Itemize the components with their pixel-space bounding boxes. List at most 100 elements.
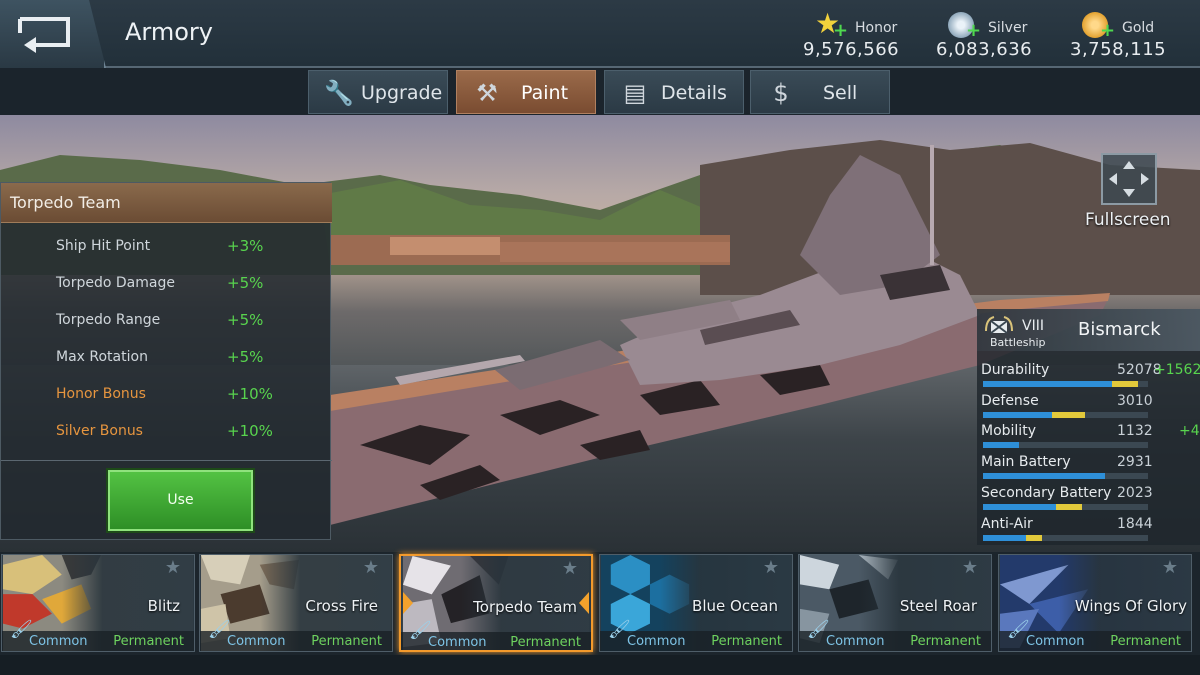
star-badge-icon: ★	[961, 557, 979, 578]
stat-bonus: +1562	[1154, 362, 1200, 378]
tab-label: Sell	[823, 82, 858, 104]
hammer-icon: ⚒	[476, 79, 498, 107]
star-badge-icon: ★	[1161, 557, 1179, 578]
ship-header: VIII Bismarck Battleship	[977, 309, 1200, 351]
stat-row-durability: Durability 52078 +1562	[977, 362, 1200, 392]
stat-value: 2023	[1117, 485, 1153, 501]
stat-bar	[983, 412, 1148, 418]
paint-name: Blue Ocean	[692, 597, 778, 615]
paint-rarity: Common	[826, 634, 885, 649]
stat-name: Anti-Air	[981, 516, 1033, 532]
stat-row-mobility: Mobility 1132 +4	[977, 423, 1200, 453]
perk-panel-header: Torpedo Team	[1, 183, 332, 223]
expand-arrows-icon	[1109, 161, 1149, 197]
add-silver-icon[interactable]: +	[966, 22, 981, 40]
paint-rarity: Common	[627, 634, 686, 649]
paint-card-wings-of-glory[interactable]: ★ Wings Of Glory 🖌 Common Permanent	[998, 554, 1192, 652]
stat-name: Secondary Battery	[981, 485, 1112, 501]
stat-value: 3010	[1117, 393, 1153, 409]
gold-value: 3,758,115	[1070, 39, 1167, 60]
perk-name: Torpedo Range	[56, 312, 161, 328]
star-badge-icon: ★	[164, 557, 182, 578]
tab-upgrade[interactable]: 🔧 Upgrade	[308, 70, 448, 114]
stat-row-secondary-battery: Secondary Battery 2023	[977, 485, 1200, 515]
gold-currency[interactable]: + Gold 3,758,115	[1070, 10, 1200, 62]
add-gold-icon[interactable]: +	[1100, 22, 1115, 40]
silver-value: 6,083,636	[936, 39, 1033, 60]
honor-label: Honor	[855, 20, 898, 36]
paint-card-blue-ocean[interactable]: ★ Blue Ocean 🖌 Common Permanent	[599, 554, 793, 652]
tab-details[interactable]: ▤ Details	[604, 70, 744, 114]
ship-stats-panel: VIII Bismarck Battleship Durability 5207…	[977, 309, 1200, 545]
paint-card-blitz[interactable]: ★ Blitz 🖌 Common Permanent	[1, 554, 195, 652]
ship-tier: VIII	[1022, 318, 1044, 334]
gold-label: Gold	[1122, 20, 1155, 36]
paint-card-torpedo-team[interactable]: ★ Torpedo Team 🖌 Common Permanent	[399, 554, 593, 652]
tab-label: Upgrade	[361, 82, 443, 104]
paint-duration: Permanent	[113, 634, 184, 649]
paint-name: Torpedo Team	[473, 598, 577, 616]
stat-bar	[983, 504, 1148, 510]
paint-duration: Permanent	[711, 634, 782, 649]
ship-name: Bismarck	[1078, 319, 1161, 340]
selected-left-chevron-icon	[403, 592, 413, 614]
top-bar: Armory ★ + Honor 9,576,566 + Silver 6,08…	[0, 0, 1200, 68]
perk-row: Torpedo Damage +5%	[1, 267, 332, 303]
paint-name: Cross Fire	[305, 597, 378, 615]
selected-right-chevron-icon	[579, 592, 589, 614]
fullscreen-label: Fullscreen	[1085, 210, 1171, 230]
stat-row-anti-air: Anti-Air 1844	[977, 516, 1200, 546]
paint-rarity: Common	[227, 634, 286, 649]
perk-value: +10%	[227, 422, 273, 440]
perk-value: +5%	[227, 311, 264, 329]
stat-value: 1844	[1117, 516, 1153, 532]
stat-bar	[983, 535, 1148, 541]
tab-paint[interactable]: ⚒ Paint	[456, 70, 596, 114]
paint-duration: Permanent	[311, 634, 382, 649]
paint-rarity: Common	[428, 635, 487, 650]
add-honor-icon[interactable]: +	[833, 22, 848, 40]
paint-perk-panel: Torpedo Team Ship Hit Point +3% Torpedo …	[0, 182, 332, 540]
paint-name: Blitz	[147, 597, 180, 615]
perk-row: Honor Bonus +10%	[1, 378, 332, 414]
perk-name: Ship Hit Point	[56, 238, 151, 254]
paint-name: Wings Of Glory	[1074, 597, 1187, 615]
stat-bonus: +4	[1179, 423, 1200, 439]
perk-value: +5%	[227, 348, 264, 366]
paint-card-steel-roar[interactable]: ★ Steel Roar 🖌 Common Permanent	[798, 554, 992, 652]
stat-row-main-battery: Main Battery 2931	[977, 454, 1200, 484]
silver-currency[interactable]: + Silver 6,083,636	[936, 10, 1068, 62]
paint-card-cross-fire[interactable]: ★ Cross Fire 🖌 Common Permanent	[199, 554, 393, 652]
stat-name: Durability	[981, 362, 1050, 378]
bottom-strip	[0, 655, 1200, 675]
paint-name: Steel Roar	[899, 597, 977, 615]
perk-value: +5%	[227, 274, 264, 292]
perk-name: Honor Bonus	[56, 386, 146, 402]
tab-label: Details	[661, 82, 727, 104]
star-badge-icon: ★	[362, 557, 380, 578]
perk-row: Torpedo Range +5%	[1, 304, 332, 340]
use-button[interactable]: Use	[108, 470, 253, 531]
tab-label: Paint	[521, 82, 569, 104]
stat-name: Mobility	[981, 423, 1036, 439]
paint-duration: Permanent	[510, 635, 581, 650]
fullscreen-button[interactable]	[1101, 153, 1157, 205]
stat-bar	[983, 442, 1148, 448]
tab-sell[interactable]: $ Sell	[750, 70, 890, 114]
star-badge-icon: ★	[561, 558, 579, 579]
paint-rarity: Common	[1026, 634, 1085, 649]
honor-value: 9,576,566	[803, 39, 900, 60]
paint-rarity: Common	[29, 634, 88, 649]
honor-currency[interactable]: ★ + Honor 9,576,566	[803, 10, 935, 62]
back-arrow-icon	[18, 17, 70, 53]
stat-name: Defense	[981, 393, 1039, 409]
perk-value: +10%	[227, 385, 273, 403]
back-button[interactable]	[0, 0, 106, 68]
perk-panel-title: Torpedo Team	[10, 193, 121, 212]
stat-value: 2931	[1117, 454, 1153, 470]
perk-name: Max Rotation	[56, 349, 148, 365]
stat-row-defense: Defense 3010	[977, 393, 1200, 423]
stat-value: 1132	[1117, 423, 1153, 439]
perk-row: Max Rotation +5%	[1, 341, 332, 377]
ship-class: Battleship	[990, 336, 1046, 349]
